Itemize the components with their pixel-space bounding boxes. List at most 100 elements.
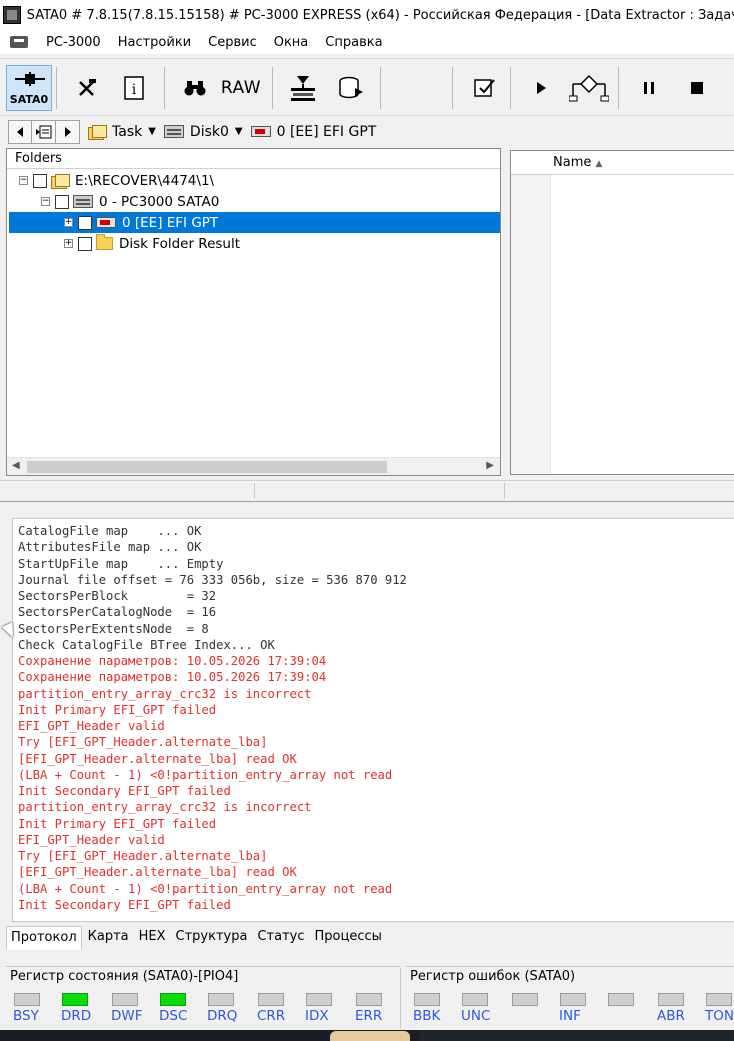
flowchart-icon: [569, 74, 609, 102]
search-button[interactable]: [172, 65, 218, 111]
log-line: [EFI_GPT_Header.alternate_lba] read OK: [18, 751, 297, 766]
scroll-right-icon[interactable]: ▶: [486, 460, 494, 471]
database-arrow-icon: [339, 76, 363, 99]
breadcrumb-disk-label: Disk0: [189, 123, 229, 140]
chevron-down-icon[interactable]: ▼: [235, 126, 243, 137]
partition-icon: [250, 126, 271, 137]
raw-button[interactable]: RAW: [218, 65, 264, 111]
tab-protocol[interactable]: Протокол: [6, 926, 82, 950]
expand-toggle-icon[interactable]: +: [64, 239, 73, 248]
taskbar-area: [420, 1030, 734, 1041]
menu-service[interactable]: Сервис: [200, 35, 266, 50]
window-title: SATA0 # 7.8.15(7.8.15.15158) # PC-3000 E…: [26, 7, 734, 23]
folder-icon: [96, 234, 113, 250]
log-line: partition_entry_array_crc32 is incorrect: [18, 686, 312, 701]
led-label: IDX: [305, 1008, 329, 1024]
extract-button[interactable]: [280, 65, 326, 111]
tree-checkbox[interactable]: [78, 236, 92, 251]
algorithm-button[interactable]: [566, 65, 612, 111]
led-label: ABR: [657, 1008, 685, 1024]
log-line: Try [EFI_GPT_Header.alternate_lba]: [18, 849, 268, 863]
tree-item-label: Disk Folder Result: [119, 235, 241, 252]
toolbar-separator: [618, 67, 619, 109]
stop-button[interactable]: [674, 65, 720, 111]
menu-help[interactable]: Справка: [317, 35, 391, 50]
menu-pc3000[interactable]: PC-3000: [38, 35, 110, 50]
history-icon: [35, 125, 51, 138]
status-register-title: Регистр состояния (SATA0)-[PIO4]: [10, 969, 239, 984]
taskbar-app-thumbnail[interactable]: [330, 1031, 410, 1041]
files-gutter: [511, 151, 551, 474]
tree-checkbox[interactable]: [78, 215, 92, 230]
scroll-left-icon[interactable]: ◀: [12, 460, 20, 471]
breadcrumb-disk[interactable]: Disk0 ▼: [163, 123, 243, 140]
script-info-icon: i: [124, 76, 144, 100]
led-indicator: [160, 993, 186, 1006]
folder-tree: − E:\RECOVER\4474\1\ − 0 - PC3000 SATA0 …: [7, 169, 500, 455]
collapse-toggle-icon[interactable]: −: [41, 197, 50, 206]
toolbar: SATA0 i RAW: [0, 58, 734, 116]
sata0-port-button[interactable]: SATA0: [6, 65, 52, 111]
checklist-icon: [474, 79, 495, 97]
panel-status-strip: [0, 480, 734, 502]
expand-toggle-icon[interactable]: +: [64, 218, 73, 227]
tree-item-disk-folder-result[interactable]: + Disk Folder Result: [64, 233, 240, 254]
chevron-down-icon[interactable]: ▼: [148, 126, 156, 137]
tab-structure[interactable]: Структура: [172, 926, 252, 950]
scrollbar-thumb[interactable]: [27, 461, 387, 473]
tab-processes[interactable]: Процессы: [311, 926, 386, 950]
task-check-button[interactable]: [462, 65, 508, 111]
tree-item-task-root[interactable]: − E:\RECOVER\4474\1\: [19, 170, 214, 191]
tree-item-pc3000-sata0[interactable]: − 0 - PC3000 SATA0: [41, 191, 219, 212]
tree-checkbox[interactable]: [55, 194, 69, 209]
stop-icon: [691, 82, 703, 94]
tab-map[interactable]: Карта: [84, 926, 133, 950]
name-column-label: Name: [553, 155, 592, 170]
tree-item-efi-gpt[interactable]: + 0 [EE] EFI GPT: [9, 212, 500, 233]
led-indicator: [608, 993, 634, 1006]
led-indicator: [462, 993, 488, 1006]
pause-button[interactable]: [626, 65, 672, 111]
led-indicator: [356, 993, 382, 1006]
menu-settings[interactable]: Настройки: [110, 35, 200, 50]
taskbar-strip: [0, 1030, 734, 1041]
tab-status[interactable]: Статус: [253, 926, 308, 950]
tools-button[interactable]: [64, 65, 110, 111]
log-line: Init Secondary EFI_GPT failed: [18, 784, 231, 798]
menu-bar: PC-3000 Настройки Сервис Окна Справка: [0, 30, 734, 54]
breadcrumb-task[interactable]: Task ▼: [88, 124, 156, 140]
log-line: partition_entry_array_crc32 is incorrect: [18, 800, 312, 815]
log-line: Сохранение параметров: 10.05.2026 17:39:…: [18, 670, 327, 685]
info-script-button[interactable]: i: [112, 65, 158, 111]
name-column-header[interactable]: Name ▲: [553, 155, 602, 170]
forward-button[interactable]: [56, 119, 80, 144]
log-output[interactable]: CatalogFile map ... OK AttributesFile map…: [12, 518, 734, 922]
history-button[interactable]: [32, 119, 56, 144]
task-folder-icon: [51, 173, 70, 189]
led-indicator: [658, 993, 684, 1006]
log-line: SectorsPerCatalogNode = 16: [18, 605, 217, 620]
drive-icon: [73, 195, 93, 208]
database-button[interactable]: [328, 65, 374, 111]
partition-icon: [96, 217, 116, 228]
play-icon: [537, 82, 546, 94]
hammer-wrench-icon: [79, 79, 96, 96]
log-line: Journal file offset = 76 333 056b, size …: [18, 572, 407, 587]
drive-icon: [163, 125, 184, 138]
toolbar-separator: [510, 67, 511, 109]
back-button[interactable]: [8, 119, 32, 144]
error-register-title: Регистр ошибок (SATA0): [410, 969, 576, 984]
led-indicator: [414, 993, 440, 1006]
tab-hex[interactable]: HEX: [135, 926, 170, 950]
breadcrumb-partition[interactable]: 0 [EE] EFI GPT: [250, 124, 376, 140]
folders-horizontal-scrollbar[interactable]: ◀ ▶: [7, 457, 500, 475]
led-indicator: [258, 993, 284, 1006]
tree-checkbox[interactable]: [33, 173, 47, 188]
toolbar-separator: [56, 67, 57, 109]
log-line: AttributesFile map ... OK: [18, 540, 202, 555]
menu-windows[interactable]: Окна: [266, 35, 318, 50]
start-button[interactable]: [518, 65, 564, 111]
led-indicator: [62, 993, 88, 1006]
tree-item-label: 0 [EE] EFI GPT: [122, 214, 219, 231]
collapse-toggle-icon[interactable]: −: [19, 176, 28, 185]
